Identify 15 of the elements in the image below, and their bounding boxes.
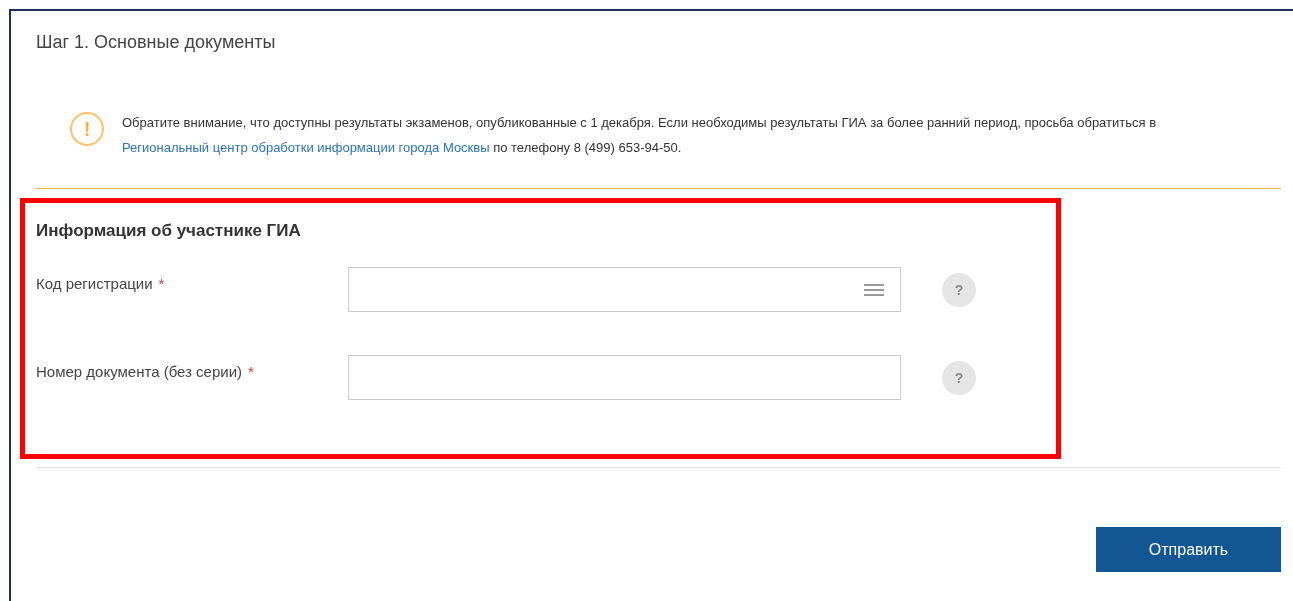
input-field[interactable] [348,355,901,400]
input-field[interactable] [348,267,901,312]
required-mark: * [158,275,165,292]
step-title: Шаг 1. Основные документы [36,32,276,54]
help-button[interactable]: ? [942,272,976,307]
notice-text: Обратите внимание, что доступны результаты экзаменов, опубликованные с 1 декабря. Если необходимы результаты ГИА за более ранний период, просьба обратиться в Региональный центр обработки информации города Москвы по телефону 8 (499) 653-94-50. [122,114,1158,157]
center-link[interactable]: Региональный центр обработки информации города Москвы [122,140,490,155]
section-heading: Информация об участнике ГИА [36,221,301,241]
help-button[interactable]: ? [942,360,976,395]
required-mark: * [248,363,254,380]
field-label: Код регистрации [36,275,153,292]
warning-icon: ! [70,112,104,146]
submit-button[interactable]: Отправить [1096,527,1281,572]
field-label: Номер документа (без серии) [36,363,243,380]
list-icon[interactable] [864,282,884,297]
